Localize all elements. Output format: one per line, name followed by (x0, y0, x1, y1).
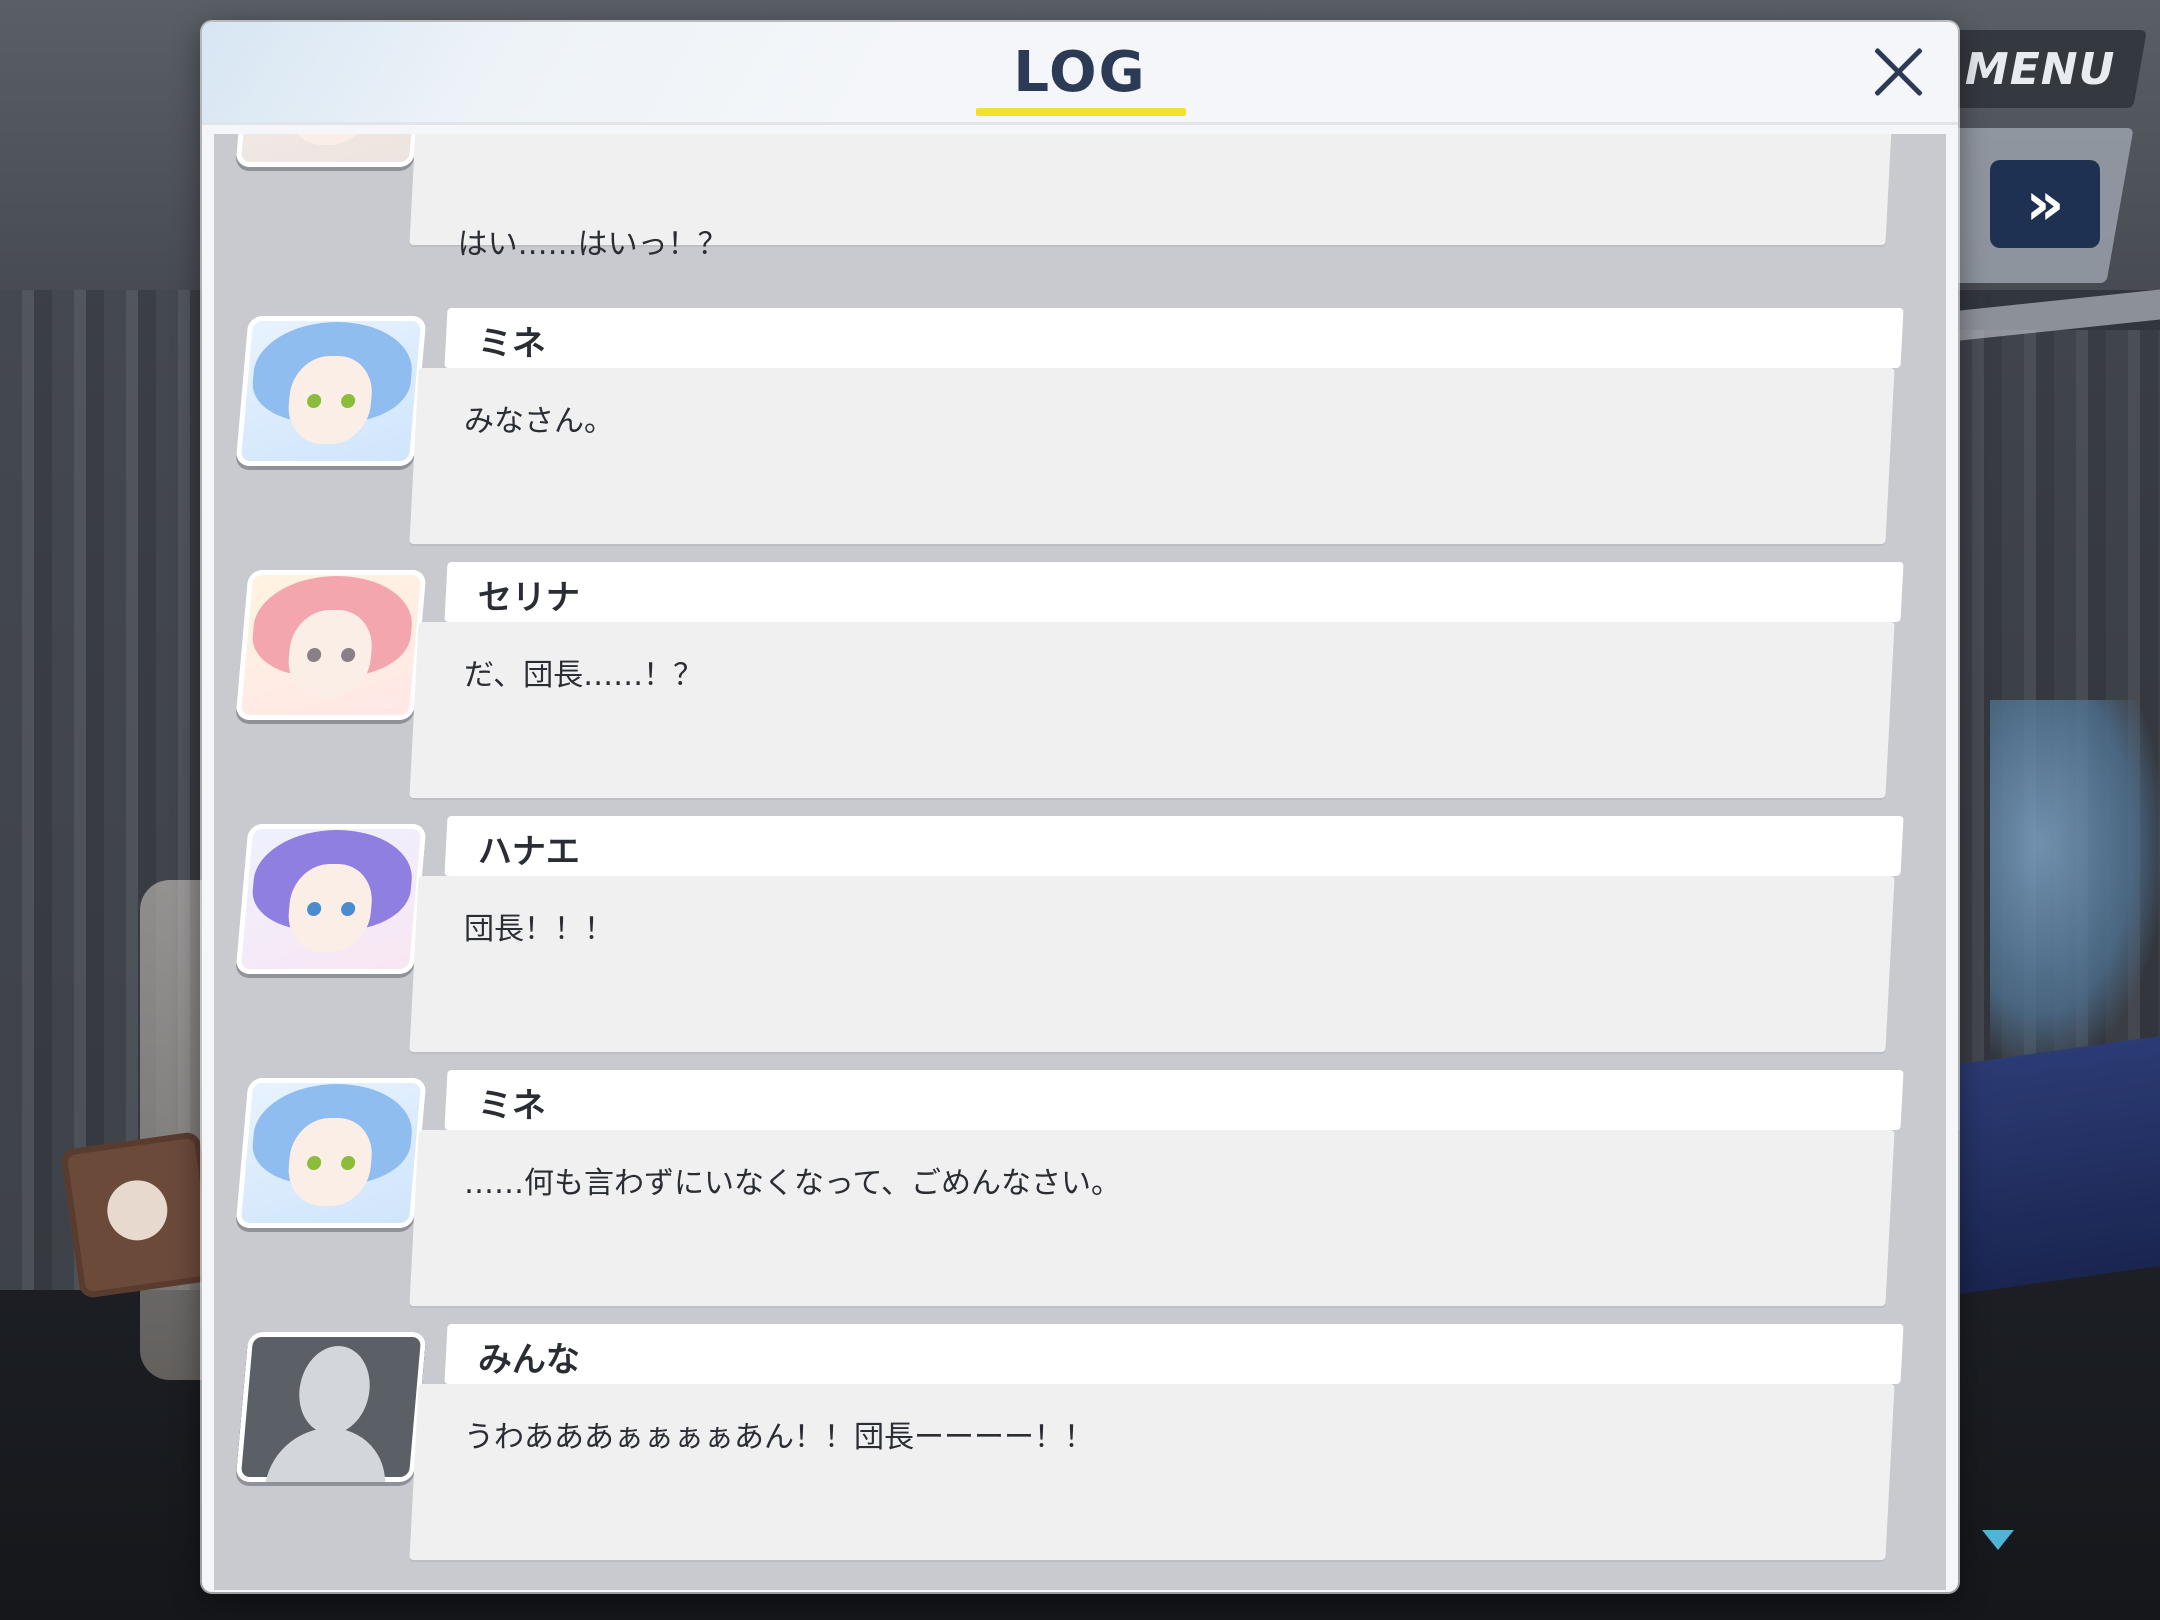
log-header: LOG (202, 22, 1958, 125)
message-text: ……何も言わずにいなくなって、ごめんなさい。 (463, 1166, 1121, 1201)
skip-button[interactable]: » (1990, 160, 2100, 248)
log-dialog: LOG はい……はいっ！？ ミネ みなさん。 セリナ だ、団長……！？ ハナエ … (202, 22, 1958, 1592)
speaker-name-card: みんな (444, 1324, 1904, 1384)
message-card: みなさん。 (409, 368, 1895, 544)
speaker-name: みんな (477, 1340, 580, 1380)
log-entry: みんな うわあああぁぁぁぁあん！！団長ーーーー！！ (214, 1324, 1946, 1579)
grey-haired-girl-avatar (235, 134, 427, 167)
message-pointer (422, 646, 438, 678)
mine-avatar (235, 316, 427, 466)
background-wing (1990, 700, 2160, 1060)
message-text: 団長！！！ (463, 912, 614, 947)
speaker-name-card: ミネ (444, 308, 1904, 368)
log-list[interactable]: はい……はいっ！？ ミネ みなさん。 セリナ だ、団長……！？ ハナエ 団長！！… (214, 134, 1946, 1590)
log-entry: ミネ ……何も言わずにいなくなって、ごめんなさい。 (214, 1070, 1946, 1325)
silhouette-head (295, 1346, 374, 1434)
menu-button-label: MENU (1964, 43, 2116, 95)
game-screen: MENU » LOG はい……はいっ！？ ミネ みなさん。 セリナ だ、団長……… (0, 0, 2160, 1620)
speaker-name-card: ミネ (444, 1070, 1904, 1130)
log-entry: はい……はいっ！？ (214, 134, 1946, 264)
speaker-name-card: セリナ (444, 562, 1904, 622)
double-chevron-right-icon: » (2025, 169, 2065, 239)
scroll-down-arrow-icon[interactable] (1982, 1530, 2014, 1550)
serina-avatar (235, 570, 427, 720)
message-card: はい……はいっ！？ (409, 134, 1895, 262)
speaker-name: ミネ (477, 324, 546, 364)
log-entry: セリナ だ、団長……！？ (214, 562, 1946, 817)
background-bag (60, 1130, 220, 1300)
log-entry: ミネ みなさん。 (214, 308, 1946, 563)
speaker-name-card: ハナエ (444, 816, 1904, 876)
bag-emblem-icon (103, 1176, 172, 1245)
message-pointer (422, 1408, 438, 1440)
log-entry: ハナエ 団長！！！ (214, 816, 1946, 1071)
message-card: うわあああぁぁぁぁあん！！団長ーーーー！！ (409, 1384, 1895, 1560)
close-icon[interactable] (1862, 36, 1934, 108)
menu-button[interactable]: MENU (1933, 30, 2147, 108)
log-title: LOG (1013, 40, 1147, 105)
mine-avatar (235, 1078, 427, 1228)
speaker-name: ミネ (477, 1086, 546, 1126)
background-character-right (1960, 1035, 2160, 1295)
message-pointer (422, 900, 438, 932)
message-card: だ、団長……！？ (409, 622, 1895, 798)
message-pointer (422, 1154, 438, 1186)
avatar-face (285, 134, 376, 145)
message-text: はい……はいっ！？ (457, 227, 728, 262)
speaker-name: ハナエ (477, 832, 580, 872)
message-text: だ、団長……！？ (463, 658, 704, 693)
message-text: うわあああぁぁぁぁあん！！団長ーーーー！！ (463, 1420, 1094, 1455)
hanae-avatar (235, 824, 427, 974)
message-card: ……何も言わずにいなくなって、ごめんなさい。 (409, 1130, 1895, 1306)
silhouette-body (263, 1428, 391, 1482)
message-text: みなさん。 (463, 404, 614, 439)
silhouette-avatar-icon (235, 1332, 427, 1482)
log-title-underline (976, 108, 1186, 116)
speaker-name: セリナ (477, 578, 580, 618)
message-pointer (422, 392, 438, 424)
message-card: 団長！！！ (409, 876, 1895, 1052)
